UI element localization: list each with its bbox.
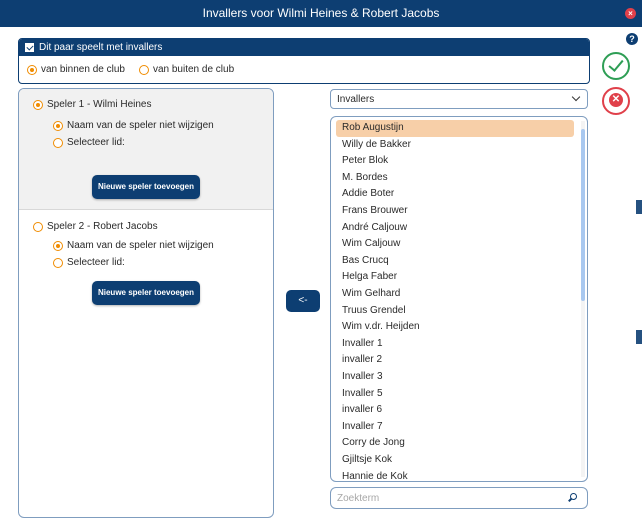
list-item[interactable]: Bas Crucq [336,253,574,270]
list-item[interactable]: invaller 2 [336,352,574,369]
help-icon[interactable]: ? [626,33,638,45]
player-1-keep-name-label: Naam van de speler niet wijzigen [67,120,214,131]
list-item[interactable]: Invaller 1 [336,336,574,353]
player-1-block: Speler 1 - Wilmi Heines Naam van de spel… [19,89,273,210]
players-panel: Speler 1 - Wilmi Heines Naam van de spel… [18,88,274,518]
player-2-keep-name-label: Naam van de speler niet wijzigen [67,240,214,251]
list-item[interactable]: M. Bordes [336,170,574,187]
chevron-down-icon [571,92,581,102]
list-item[interactable]: Wim Gelhard [336,286,574,303]
radio-inside-club-label: van binnen de club [41,64,125,75]
list-item[interactable]: Corry de Jong [336,435,574,452]
radio-inside-club[interactable]: van binnen de club [27,64,125,75]
list-item[interactable]: André Caljouw [336,220,574,237]
list-item[interactable]: Gjiltsje Kok [336,452,574,469]
player-2-keep-name-indicator[interactable] [53,240,63,251]
source-dropdown-value: Invallers [337,93,375,105]
player-1-select-member[interactable]: Selecteer lid: [53,137,125,148]
player-2-add-new-button[interactable]: Nieuwe speler toevoegen [92,281,200,305]
confirm-button[interactable] [602,52,630,80]
list-item[interactable]: Wim v.dr. Heijden [336,319,574,336]
player-1-radio[interactable]: Speler 1 - Wilmi Heines [33,99,151,110]
list-item[interactable]: Invaller 7 [336,419,574,436]
list-item[interactable]: Invaller 3 [336,369,574,386]
player-1-keep-name-indicator[interactable] [53,120,63,131]
group-header: Dit paar speelt met invallers [19,39,589,56]
player-2-radio-indicator[interactable] [33,221,43,232]
list-item[interactable]: Hannie de Kok [336,469,574,481]
radio-outside-club[interactable]: van buiten de club [138,64,235,75]
club-scope-options: van binnen de club van buiten de club [19,56,589,83]
background-edge-mark [636,330,642,344]
assign-arrow-button[interactable]: <- [286,290,320,312]
list-item[interactable]: invaller 6 [336,402,574,419]
list-item[interactable]: Willy de Bakker [336,137,574,154]
player-2-radio[interactable]: Speler 2 - Robert Jacobs [33,221,158,232]
player-1-keep-name[interactable]: Naam van de speler niet wijzigen [53,120,214,131]
title-bar: Invallers voor Wilmi Heines & Robert Jac… [0,0,642,27]
search-icon[interactable] [570,493,577,500]
list-item[interactable]: Invaller 5 [336,386,574,403]
search-field[interactable] [330,487,588,509]
search-input[interactable] [337,491,557,505]
cancel-x-icon: ✕ [609,93,623,107]
radio-outside-club-indicator[interactable] [138,64,149,75]
list-item[interactable]: Wim Caljouw [336,236,574,253]
list-item[interactable]: Peter Blok [336,153,574,170]
radio-outside-club-label: van buiten de club [152,64,235,75]
close-icon[interactable]: × [625,8,636,19]
window-title: Invallers voor Wilmi Heines & Robert Jac… [202,6,440,20]
player-2-label: Speler 2 - Robert Jacobs [47,221,158,232]
player-2-select-member-label: Selecteer lid: [67,257,125,268]
cancel-button[interactable]: ✕ [602,87,630,115]
invallers-group: Dit paar speelt met invallers van binnen… [18,38,590,84]
substitutes-list[interactable]: Rob Augustijn Willy de Bakker Peter Blok M.… [330,116,588,482]
player-1-select-member-indicator[interactable] [53,137,63,148]
player-1-label: Speler 1 - Wilmi Heines [47,99,152,110]
player-1-select-member-label: Selecteer lid: [67,137,125,148]
player-1-radio-indicator[interactable] [33,99,43,110]
list-scroll-thumb[interactable] [581,129,585,301]
background-edge-mark [636,200,642,214]
source-dropdown[interactable]: Invallers [330,89,588,109]
uses-substitutes-label: Dit paar speelt met invallers [39,42,163,53]
list-item[interactable]: Helga Faber [336,269,574,286]
player-2-select-member-indicator[interactable] [53,257,63,268]
list-item[interactable]: Addie Boter [336,186,574,203]
list-item[interactable]: Rob Augustijn [336,120,574,137]
player-2-keep-name[interactable]: Naam van de speler niet wijzigen [53,240,214,251]
player-2-block: Speler 2 - Robert Jacobs Naam van de spe… [19,215,273,305]
player-2-select-member[interactable]: Selecteer lid: [53,257,125,268]
list-item[interactable]: Frans Brouwer [336,203,574,220]
uses-substitutes-checkbox[interactable] [25,43,34,52]
list-item[interactable]: Truus Grendel [336,303,574,320]
list-scrollbar[interactable] [581,121,585,477]
radio-inside-club-indicator[interactable] [27,64,37,75]
player-1-add-new-button[interactable]: Nieuwe speler toevoegen [92,175,200,199]
